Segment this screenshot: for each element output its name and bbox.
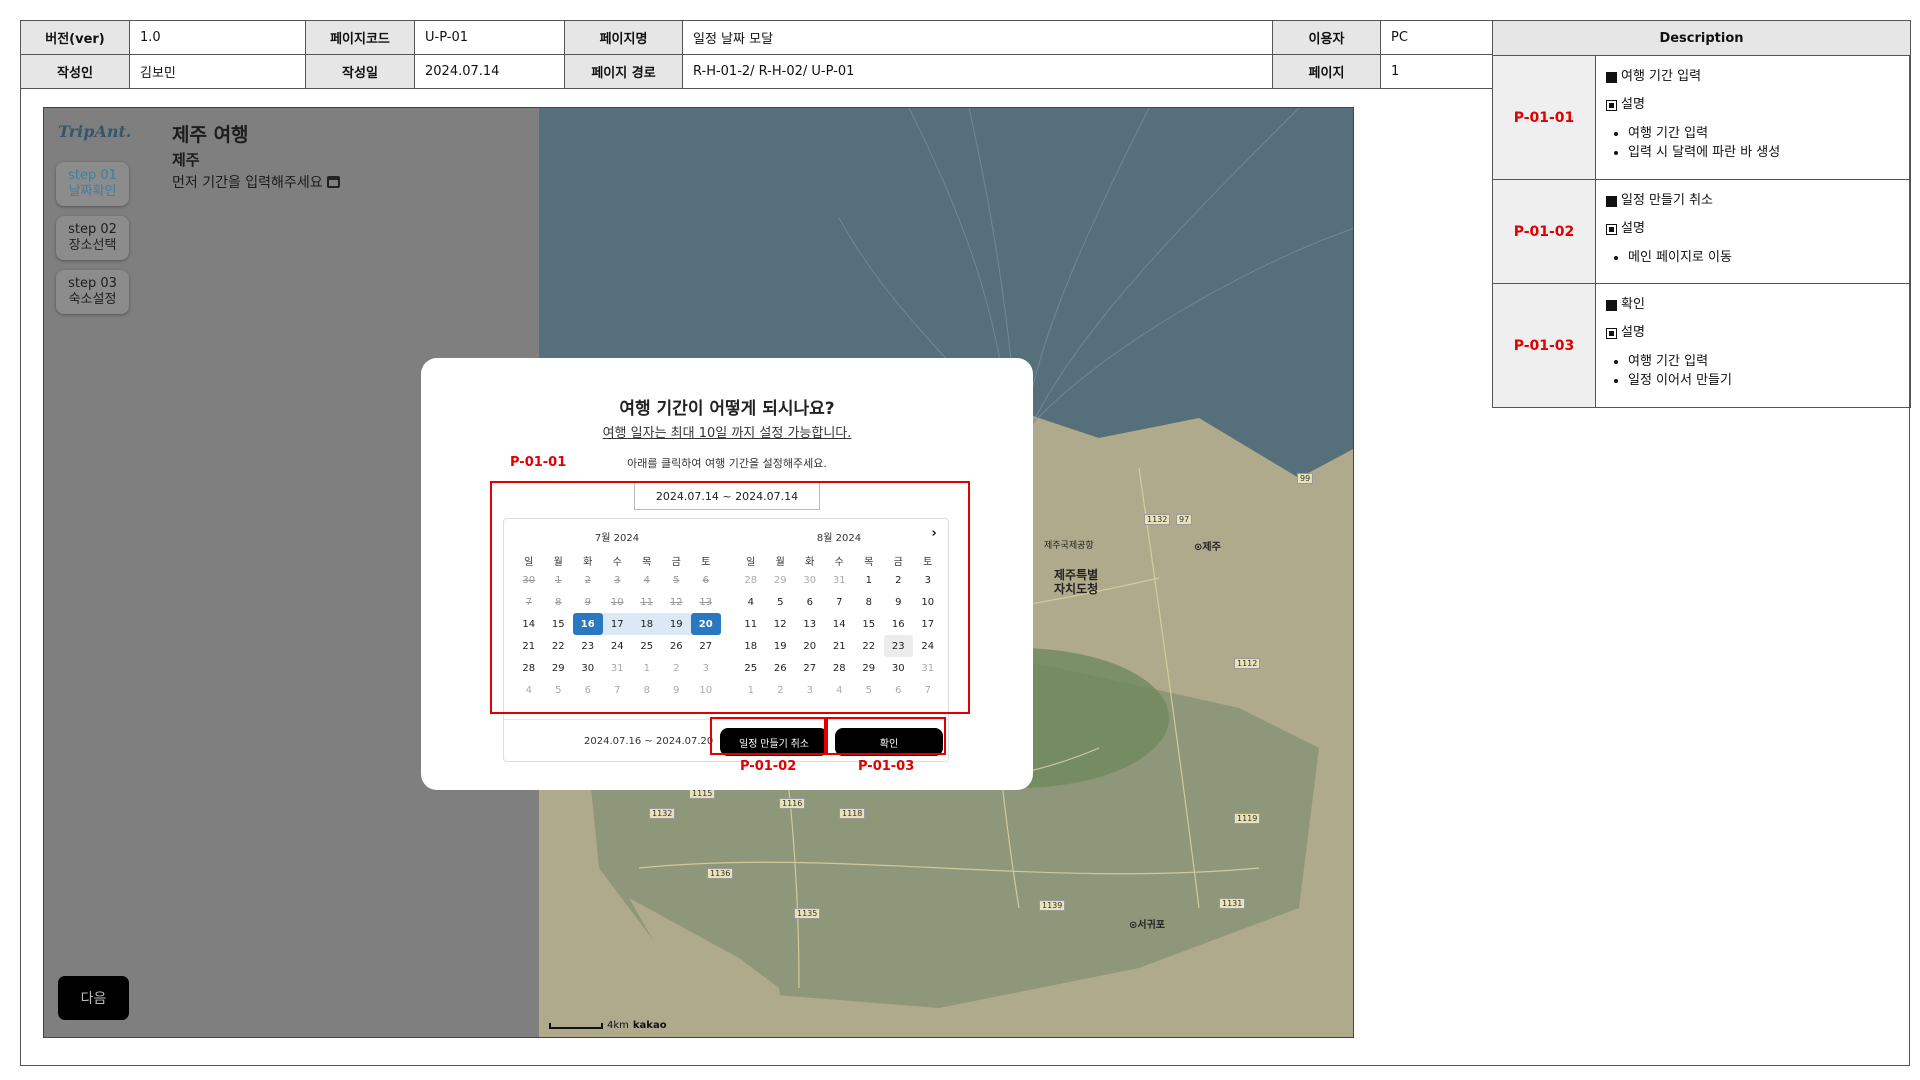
step-label: 숙소설정: [68, 292, 117, 307]
selected-range-text: 2024.07.16 ~ 2024.07.20: [584, 736, 714, 747]
modal-title: 여행 기간이 어떻게 되시나요?: [619, 399, 835, 419]
desc-bullet: 입력 시 달력에 파란 바 생성: [1628, 143, 1900, 163]
map-road-badge: 1112: [1234, 658, 1261, 669]
map-road-badge: 1132: [649, 808, 676, 819]
scale-text: 4km: [607, 1020, 629, 1031]
desc-body-p-01-03: 확인 설명 여행 기간 입력 일정 이어서 만들기: [1595, 283, 1911, 408]
calendar-icon: [326, 176, 340, 188]
map-road-badge: 1116: [779, 798, 806, 809]
path-value: R-H-01-2/ R-H-02/ U-P-01: [682, 54, 1273, 89]
map-label-jeju: ⊙제주: [1194, 542, 1221, 553]
trip-hint: 먼저 기간을 입력해주세요: [172, 172, 340, 192]
page-label: 페이지: [1272, 54, 1381, 89]
modal-subtitle: 여행 일자는 최대 10일 까지 설정 가능합니다.: [602, 426, 852, 441]
filled-square-icon: [1606, 71, 1617, 83]
desc-id-p-01-01: P-01-01: [1492, 55, 1596, 180]
step-number: step 03: [68, 276, 117, 291]
filled-square-icon: [1606, 195, 1617, 207]
annotation-box-p-01-01: [490, 481, 970, 714]
annotation-box-p-01-03: [826, 717, 946, 755]
author-value: 김보민: [129, 54, 306, 89]
annotation-box-p-01-02: [710, 717, 826, 755]
tripant-logo[interactable]: TripAnt.: [58, 122, 131, 141]
trip-region: 제주: [172, 151, 200, 169]
annotation-label-p-01-03: P-01-03: [858, 759, 915, 774]
map-road-badge: 97: [1176, 514, 1193, 525]
version-label: 버전(ver): [20, 20, 130, 55]
map-brand: kakao: [632, 1020, 667, 1031]
map-road-badge: 1131: [1219, 898, 1246, 909]
map-label-seogwipo: ⊙서귀포: [1129, 920, 1165, 931]
meta-table: 버전(ver) 1.0 페이지코드 U-P-01 페이지명 일정 날짜 모달 이…: [20, 20, 1493, 89]
desc-sub: 설명: [1621, 324, 1645, 340]
desc-bullet: 여행 기간 입력: [1628, 124, 1900, 144]
annotation-label-p-01-02: P-01-02: [740, 759, 797, 774]
desc-title: 여행 기간 입력: [1621, 69, 1702, 84]
step-03-button[interactable]: step 03 숙소설정: [56, 270, 129, 314]
map-label-jeju-special-2: 자치도청: [1054, 582, 1099, 596]
description-header: Description: [1492, 20, 1911, 56]
page-name-label: 페이지명: [564, 20, 683, 55]
map-road-badge: 1132: [1144, 514, 1171, 525]
step-02-button[interactable]: step 02 장소선택: [56, 216, 129, 260]
date-value: 2024.07.14: [414, 54, 565, 89]
date-label: 작성일: [305, 54, 415, 89]
page-code-label: 페이지코드: [305, 20, 415, 55]
desc-bullet: 일정 이어서 만들기: [1628, 371, 1900, 391]
desc-bullet: 메인 페이지로 이동: [1628, 248, 1900, 268]
map-road-badge: 1119: [1234, 813, 1261, 824]
desc-body-p-01-01: 여행 기간 입력 설명 여행 기간 입력 입력 시 달력에 파란 바 생성: [1595, 55, 1911, 180]
desc-title: 일정 만들기 취소: [1621, 193, 1713, 208]
boxed-square-icon: [1606, 99, 1617, 111]
map-scale: 4km kakao: [549, 1020, 667, 1031]
user-label: 이용자: [1272, 20, 1381, 55]
desc-id-p-01-03: P-01-03: [1492, 283, 1596, 408]
page-value: 1: [1380, 54, 1493, 89]
step-label: 장소선택: [68, 238, 117, 253]
map-road-badge: 1136: [707, 868, 734, 879]
annotation-label-p-01-01: P-01-01: [510, 455, 567, 470]
desc-title: 확인: [1621, 297, 1645, 312]
map-road-badge: 1135: [794, 908, 821, 919]
desc-sub: 설명: [1621, 96, 1645, 112]
map-road-badge: 1118: [839, 808, 866, 819]
page-code-value: U-P-01: [414, 20, 565, 55]
step-number: step 01: [68, 168, 117, 183]
filled-square-icon: [1606, 299, 1617, 311]
step-label: 날짜확인: [68, 184, 117, 199]
description-panel: Description P-01-01 여행 기간 입력 설명 여행 기간 입력…: [1492, 20, 1911, 408]
desc-id-p-01-02: P-01-02: [1492, 179, 1596, 284]
step-01-button[interactable]: step 01 날짜확인: [56, 162, 129, 206]
desc-bullet: 여행 기간 입력: [1628, 352, 1900, 372]
map-road-badge: 1139: [1039, 900, 1066, 911]
trip-title: 제주 여행: [172, 124, 249, 146]
user-value: PC: [1380, 20, 1493, 55]
desc-sub: 설명: [1621, 220, 1645, 236]
boxed-square-icon: [1606, 223, 1617, 235]
map-road-badge: 99: [1297, 473, 1314, 484]
author-label: 작성인: [20, 54, 130, 89]
map-label-airport: 제주국제공항: [1044, 541, 1094, 551]
boxed-square-icon: [1606, 327, 1617, 339]
step-number: step 02: [68, 222, 117, 237]
scale-bar: [549, 1022, 603, 1029]
desc-body-p-01-02: 일정 만들기 취소 설명 메인 페이지로 이동: [1595, 179, 1911, 284]
trip-hint-text: 먼저 기간을 입력해주세요: [172, 175, 323, 191]
next-button[interactable]: 다음: [58, 976, 129, 1020]
page-name-value: 일정 날짜 모달: [682, 20, 1273, 55]
version-value: 1.0: [129, 20, 306, 55]
path-label: 페이지 경로: [564, 54, 683, 89]
